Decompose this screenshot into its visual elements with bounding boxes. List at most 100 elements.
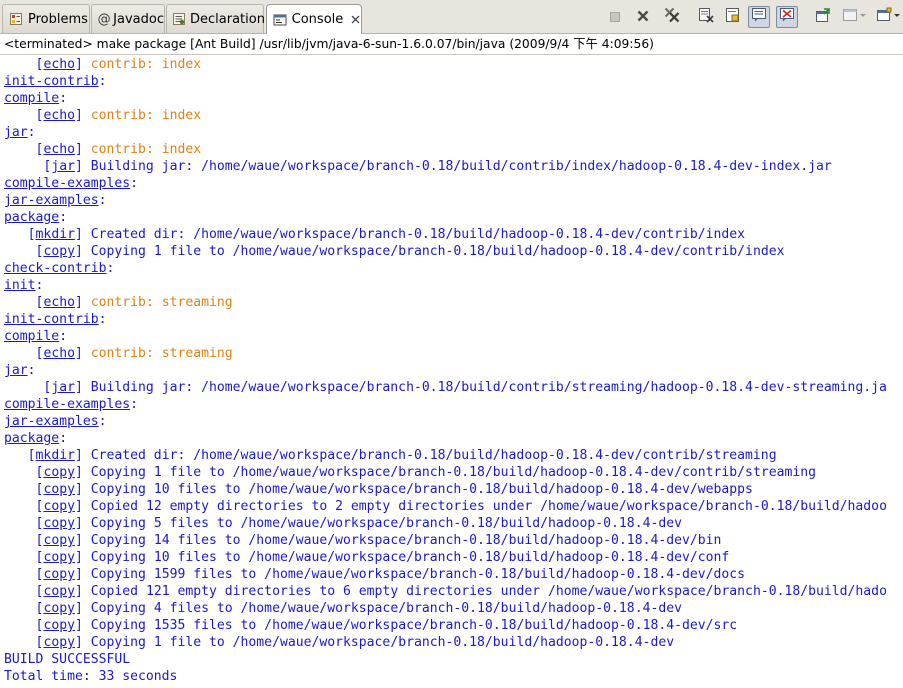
ant-target-link[interactable]: init-contrib — [4, 74, 99, 89]
remove-launch-button[interactable] — [632, 6, 654, 28]
task-message: Building jar: /home/waue/workspace/branc… — [82, 159, 832, 174]
console-line: [mkdir] Created dir: /home/waue/workspac… — [4, 447, 903, 464]
console-line: BUILD SUCCESSFUL — [4, 651, 903, 668]
task-message: Copying 14 files to /home/waue/workspace… — [82, 533, 722, 548]
ant-task-link[interactable]: copy — [43, 601, 75, 616]
open-console-button[interactable] — [874, 6, 903, 28]
tab-declaration[interactable]: Declaration — [166, 4, 265, 33]
bracket-close: ] — [74, 533, 83, 548]
remove-all-terminated-button[interactable] — [661, 6, 683, 28]
bracket-close: ] — [74, 244, 83, 259]
scroll-lock-button[interactable] — [722, 6, 744, 28]
ant-target-link[interactable]: check-contrib — [4, 261, 106, 276]
ant-task-link[interactable]: echo — [43, 346, 75, 361]
console-line: package: — [4, 209, 903, 226]
display-console-button[interactable] — [840, 6, 870, 28]
task-message: Copying 10 files to /home/waue/workspace… — [82, 550, 730, 565]
ant-task-link[interactable]: mkdir — [36, 227, 75, 242]
target-colon: : — [27, 363, 36, 378]
console-line: jar: — [4, 362, 903, 379]
ant-target-link[interactable]: compile-examples — [4, 397, 130, 412]
ant-target-link[interactable]: compile-examples — [4, 176, 130, 191]
ant-task-link[interactable]: copy — [43, 618, 75, 633]
ant-task-link[interactable]: echo — [43, 108, 75, 123]
tab-console-label: Console — [291, 12, 344, 27]
console-line: jar: — [4, 124, 903, 141]
echo-message: contrib: index — [82, 57, 202, 72]
console-icon — [272, 12, 288, 28]
ant-task-link[interactable]: echo — [43, 57, 75, 72]
ant-task-link[interactable]: copy — [43, 567, 75, 582]
task-message: Building jar: /home/waue/workspace/branc… — [82, 380, 887, 395]
ant-target-link[interactable]: package — [4, 431, 59, 446]
ant-task-link[interactable]: copy — [43, 533, 75, 548]
ant-target-link[interactable]: jar — [4, 363, 28, 378]
task-message: Created dir: /home/waue/workspace/branch… — [82, 448, 777, 463]
console-line: [copy] Copied 12 empty directories to 2 … — [4, 498, 903, 515]
tab-javadoc[interactable]: @ Javadoc — [91, 4, 165, 33]
clear-console-button[interactable] — [695, 6, 717, 28]
target-colon: : — [130, 397, 139, 412]
console-line: compile-examples: — [4, 396, 903, 413]
console-line: compile-examples: — [4, 175, 903, 192]
ant-target-link[interactable]: init — [4, 278, 36, 293]
ant-task-link[interactable]: jar — [51, 380, 75, 395]
ant-task-link[interactable]: copy — [43, 244, 75, 259]
ant-task-link[interactable]: copy — [43, 465, 75, 480]
console-line: [copy] Copying 1 file to /home/waue/work… — [4, 243, 903, 260]
ant-task-link[interactable]: copy — [43, 482, 75, 497]
display-console-icon — [842, 7, 868, 27]
ant-task-link[interactable]: copy — [43, 635, 75, 650]
terminate-button[interactable] — [604, 6, 626, 28]
task-message: Copying 1599 files to /home/waue/workspa… — [82, 567, 746, 582]
console-line: jar-examples: — [4, 192, 903, 209]
bracket-close: ] — [74, 499, 83, 514]
show-stdout-button[interactable] — [748, 6, 770, 28]
bracket-close: ] — [74, 482, 83, 497]
ant-target-link[interactable]: jar — [4, 125, 28, 140]
clear-console-icon — [698, 7, 714, 27]
console-line: init: — [4, 277, 903, 294]
ant-target-link[interactable]: compile — [4, 91, 59, 106]
ant-target-link[interactable]: jar-examples — [4, 414, 99, 429]
ant-task-link[interactable]: copy — [43, 499, 75, 514]
ant-target-link[interactable]: package — [4, 210, 59, 225]
remove-launch-icon — [636, 8, 650, 27]
ant-task-link[interactable]: copy — [43, 550, 75, 565]
tab-console[interactable]: Console — [266, 4, 362, 34]
ant-task-link[interactable]: jar — [51, 159, 75, 174]
ant-task-link[interactable]: echo — [43, 142, 75, 157]
ant-task-link[interactable]: copy — [43, 516, 75, 531]
task-message: Copied 121 empty directories to 6 empty … — [82, 584, 887, 599]
ant-task-link[interactable]: copy — [43, 584, 75, 599]
console-line: compile: — [4, 328, 903, 345]
tab-problems[interactable]: Problems — [2, 4, 90, 33]
ant-target-link[interactable]: init-contrib — [4, 312, 99, 327]
bracket-close: ] — [74, 159, 83, 174]
bracket-close: ] — [74, 380, 83, 395]
console-line: [copy] Copied 121 empty directories to 6… — [4, 583, 903, 600]
ant-task-link[interactable]: mkdir — [36, 448, 75, 463]
ant-target-link[interactable]: jar-examples — [4, 193, 99, 208]
pin-console-button[interactable] — [812, 6, 834, 28]
ant-task-link[interactable]: echo — [43, 295, 75, 310]
echo-message: contrib: index — [82, 108, 202, 123]
ant-target-link[interactable]: compile — [4, 329, 59, 344]
show-stderr-button[interactable] — [776, 6, 798, 28]
console-line: [echo] contrib: index — [4, 56, 903, 73]
close-icon[interactable] — [349, 14, 361, 26]
console-line: compile: — [4, 90, 903, 107]
console-output[interactable]: [echo] contrib: index init-contrib: compil… — [0, 55, 903, 688]
target-colon: : — [59, 431, 68, 446]
